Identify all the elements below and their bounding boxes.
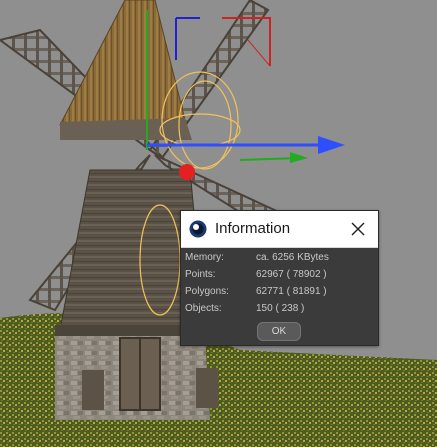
thatched-roof: [59, 0, 186, 126]
info-row-objects: Objects: 150 ( 238 ): [185, 303, 375, 320]
ok-button[interactable]: OK: [257, 322, 301, 341]
information-dialog: Information Memory: ca. 6256 KBytes Poin…: [180, 210, 379, 346]
info-row-points: Points: 62967 ( 78902 ): [185, 269, 375, 286]
barrel-left: [82, 370, 104, 410]
pivot-point[interactable]: [179, 164, 195, 180]
dialog-title: Information: [215, 220, 291, 237]
info-row-polygons: Polygons: 62771 ( 81891 ): [185, 286, 375, 303]
x-axis-arrow-icon[interactable]: [318, 136, 345, 154]
barrel-right: [196, 368, 218, 408]
info-table: Memory: ca. 6256 KBytes Points: 62967 ( …: [185, 252, 375, 320]
memory-label: Memory:: [185, 252, 224, 263]
objects-value: 150 ( 238 ): [256, 303, 305, 314]
points-value: 62967 ( 78902 ): [256, 269, 327, 280]
polygons-value: 62771 ( 81891 ): [256, 286, 327, 297]
objects-label: Objects:: [185, 303, 222, 314]
close-button[interactable]: [338, 211, 378, 247]
memory-value: ca. 6256 KBytes: [256, 252, 329, 263]
info-row-memory: Memory: ca. 6256 KBytes: [185, 252, 375, 269]
dialog-titlebar[interactable]: Information: [181, 211, 378, 248]
close-icon: [351, 222, 365, 236]
cinema4d-logo-icon: [189, 220, 207, 238]
polygons-label: Polygons:: [185, 286, 229, 297]
points-label: Points:: [185, 269, 216, 280]
